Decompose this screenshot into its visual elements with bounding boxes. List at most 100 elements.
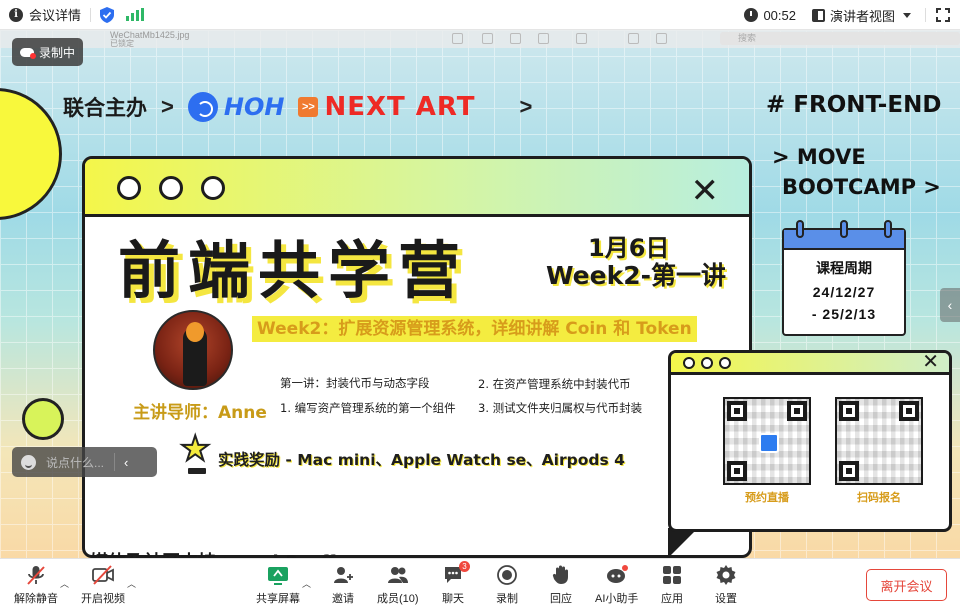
react-label: 回应 bbox=[550, 593, 572, 605]
slide-week: Week2-第一讲 bbox=[546, 261, 726, 290]
lecture-item: 第一讲：封装代币与动态字段 bbox=[280, 376, 430, 390]
fullscreen-icon[interactable] bbox=[936, 8, 950, 22]
ai-assistant-label: AI小助手 bbox=[595, 593, 639, 605]
floating-chat-input[interactable]: 说点什么... ‹ bbox=[12, 447, 157, 477]
shield-check-icon[interactable] bbox=[100, 6, 115, 23]
cohost-label: 联合主办 bbox=[63, 96, 147, 120]
app-logo-icon bbox=[759, 433, 779, 453]
meeting-toolbar: 解除静音 ︿ 开启视频 ︿ 共享屏幕 ︿ 邀请 成员(10) 3 聊天 录制 回… bbox=[0, 558, 960, 610]
unmute-button[interactable]: 解除静音 bbox=[14, 563, 58, 607]
chevron-right-icon: > bbox=[161, 94, 174, 119]
start-video-label: 开启视频 bbox=[81, 593, 125, 605]
qr-label-register: 扫码报名 bbox=[857, 491, 901, 504]
meeting-details-label: 会议详情 bbox=[29, 8, 82, 23]
invite-label: 邀请 bbox=[332, 593, 354, 605]
zoom-in-icon bbox=[510, 33, 521, 44]
record-button[interactable]: 录制 bbox=[496, 563, 518, 607]
calendar-icon bbox=[784, 220, 904, 250]
chat-label: 聊天 bbox=[442, 593, 464, 605]
apps-grid-icon bbox=[661, 563, 683, 587]
chevron-down-icon bbox=[903, 12, 911, 18]
cloud-record-icon bbox=[20, 47, 36, 59]
tutor-name: 主讲导师：Anne bbox=[133, 403, 267, 423]
apps-button[interactable]: 应用 bbox=[661, 563, 683, 607]
members-button[interactable]: 成员(10) bbox=[377, 563, 419, 607]
camera-off-icon bbox=[91, 563, 115, 587]
chat-placeholder: 说点什么... bbox=[46, 455, 105, 470]
ai-assistant-icon bbox=[605, 563, 629, 587]
markup-icon bbox=[576, 33, 587, 44]
mic-options-chevron-icon[interactable]: ︿ bbox=[60, 577, 69, 590]
nextart-badge-icon: >> bbox=[298, 97, 319, 117]
raise-hand-icon bbox=[550, 563, 572, 587]
divider bbox=[925, 8, 926, 22]
react-button[interactable]: 回应 bbox=[550, 563, 572, 607]
speech-tail bbox=[668, 528, 698, 558]
slide-subtitle: Week2：扩展资源管理系统，详细讲解 Coin 和 Token bbox=[252, 316, 697, 342]
info-icon bbox=[452, 33, 463, 44]
gear-icon bbox=[715, 563, 737, 587]
timer-text: 00:52 bbox=[763, 7, 796, 23]
settings-label: 设置 bbox=[715, 593, 737, 605]
star-trophy-icon: ★ bbox=[179, 431, 214, 476]
chevron-left-icon[interactable]: ‹ bbox=[124, 455, 128, 470]
rotate-icon bbox=[656, 33, 667, 44]
window-dot-icon bbox=[701, 357, 713, 369]
view-mode-dropdown[interactable]: 演讲者视图 bbox=[811, 6, 911, 25]
share-icon bbox=[538, 33, 549, 44]
share-screen-button[interactable]: 共享屏幕 bbox=[256, 563, 300, 607]
recording-indicator[interactable]: 录制中 bbox=[12, 38, 83, 66]
qr-window: ✕ 预约直播 扫码报名 bbox=[668, 349, 952, 532]
members-label: 成员(10) bbox=[377, 593, 419, 605]
lecture-item: 3. 测试文件夹归属权与代币封装 bbox=[478, 401, 643, 415]
window-title-bar: ✕ bbox=[671, 349, 949, 375]
window-dot-icon bbox=[159, 176, 183, 200]
calendar-end: - 25/2/13 bbox=[811, 306, 877, 322]
calendar-start: 24/12/27 bbox=[812, 284, 876, 300]
calendar-title: 课程周期 bbox=[816, 260, 872, 276]
crop-icon bbox=[628, 33, 639, 44]
share-screen-icon bbox=[266, 563, 290, 587]
presenter-view-icon bbox=[811, 8, 825, 22]
apps-label: 应用 bbox=[661, 593, 683, 605]
add-user-icon bbox=[332, 563, 354, 587]
qr-code-live bbox=[723, 397, 811, 485]
info-icon: i bbox=[9, 7, 23, 22]
video-options-chevron-icon[interactable]: ︿ bbox=[127, 577, 136, 590]
chat-unread-badge: 3 bbox=[459, 561, 470, 572]
start-video-button[interactable]: 开启视频 bbox=[81, 563, 125, 607]
emoji-icon[interactable] bbox=[21, 454, 36, 470]
qr-label-live: 预约直播 bbox=[745, 491, 789, 504]
chevron-right-icon: > bbox=[519, 94, 533, 119]
leave-meeting-button[interactable]: 离开会议 bbox=[866, 569, 947, 601]
hoh-logo: HOH bbox=[187, 92, 284, 122]
window-dot-icon bbox=[117, 176, 141, 200]
zoom-out-icon bbox=[482, 33, 493, 44]
qr-code-register bbox=[835, 397, 923, 485]
decorative-circle bbox=[22, 398, 64, 440]
view-mode-label: 演讲者视图 bbox=[829, 8, 895, 24]
hoh-logo-icon bbox=[187, 92, 218, 122]
record-icon bbox=[496, 563, 518, 587]
chat-button[interactable]: 3 聊天 bbox=[442, 561, 470, 607]
viewer-search: 搜索 bbox=[720, 32, 960, 45]
window-dot-icon bbox=[201, 176, 225, 200]
side-panel-toggle[interactable]: ‹ bbox=[940, 288, 960, 322]
media-support-row: 媒体及社区支持 > web3caff ... bbox=[90, 548, 362, 558]
ai-assistant-button[interactable]: AI小助手 bbox=[595, 563, 638, 607]
signal-icon[interactable] bbox=[126, 8, 145, 21]
settings-button[interactable]: 设置 bbox=[715, 563, 737, 607]
chevron-left-icon: ‹ bbox=[947, 297, 953, 313]
share-options-chevron-icon[interactable]: ︿ bbox=[302, 577, 311, 590]
window-dot-icon bbox=[683, 357, 695, 369]
divider bbox=[114, 453, 116, 471]
record-label: 录制 bbox=[496, 593, 518, 605]
invite-button[interactable]: 邀请 bbox=[332, 563, 354, 607]
tag-move-bootcamp: > MOVE BOOTCAMP > bbox=[772, 142, 941, 202]
top-bar: i 会议详情 00:52 演讲者视图 bbox=[0, 0, 960, 30]
chat-icon: 3 bbox=[442, 561, 470, 587]
slide-title: 前端共学营 bbox=[118, 234, 469, 307]
meeting-details-button[interactable]: i 会议详情 bbox=[9, 5, 81, 24]
close-icon: ✕ bbox=[690, 171, 720, 211]
window-dot-icon bbox=[719, 357, 731, 369]
